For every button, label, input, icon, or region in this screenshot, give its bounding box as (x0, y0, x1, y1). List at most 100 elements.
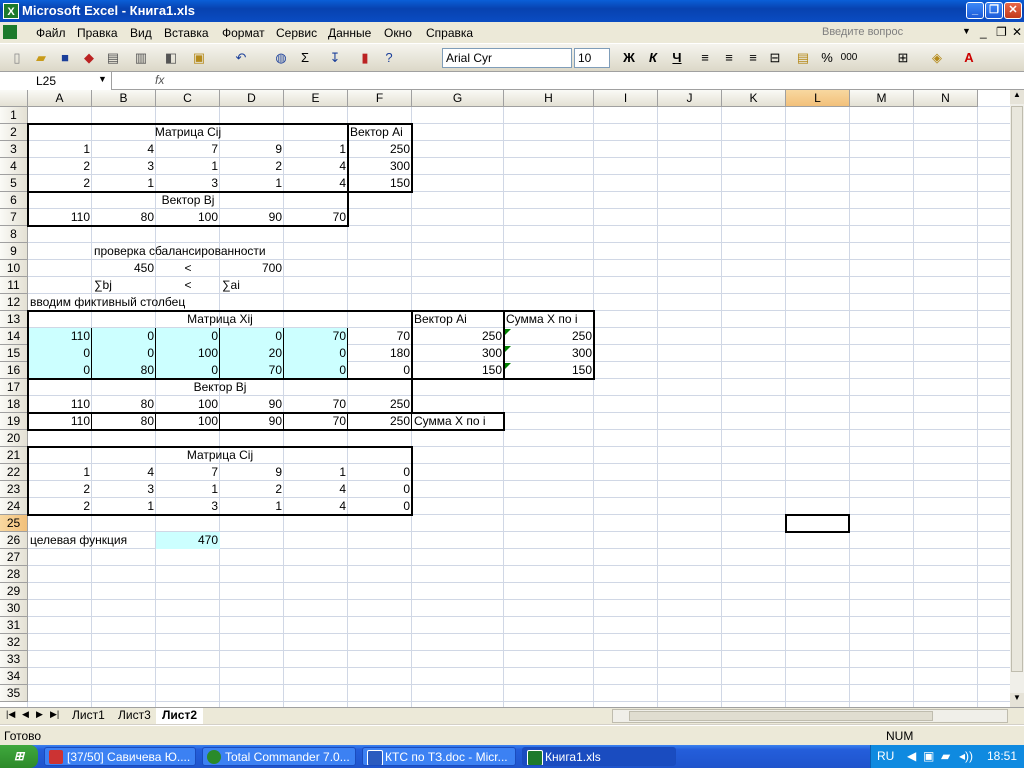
doc-restore-icon[interactable]: ❐ (996, 25, 1007, 39)
sum-x-by-j-label[interactable]: Сумма X по i (412, 413, 504, 430)
bj-cell[interactable]: 80 (92, 396, 156, 413)
row-header-23[interactable]: 23 (0, 481, 28, 498)
menu-window[interactable]: Окно (384, 26, 412, 40)
xij-cell[interactable]: 0 (284, 362, 348, 379)
ask-question-input[interactable]: Введите вопрос (822, 26, 962, 41)
ai-cell[interactable]: 300 (412, 345, 504, 362)
cij-cell[interactable]: 0 (348, 498, 412, 515)
xij-cell[interactable]: 0 (220, 328, 284, 345)
font-name-select[interactable]: Arial Cyr (442, 48, 572, 68)
cij-cell[interactable]: 4 (284, 175, 348, 192)
xij-cell[interactable]: 70 (284, 328, 348, 345)
column-header-a[interactable]: A (28, 90, 92, 107)
error-indicator-icon[interactable] (505, 329, 511, 335)
xij-fictive-cell[interactable]: 0 (348, 362, 412, 379)
xij-cell[interactable]: 0 (28, 362, 92, 379)
paste-icon[interactable]: ▣ (190, 49, 208, 67)
volume-icon[interactable]: ◂)) (959, 749, 973, 763)
cij-cell[interactable]: 1 (156, 158, 220, 175)
xij-cell[interactable]: 0 (28, 345, 92, 362)
underline-button[interactable]: Ч (668, 49, 686, 67)
sum-bj-value[interactable]: 450 (92, 260, 156, 277)
sum-x-j-cell[interactable]: 80 (92, 413, 156, 430)
bj-cell[interactable]: 90 (220, 209, 284, 226)
row-header-5[interactable]: 5 (0, 175, 28, 192)
column-header-f[interactable]: F (348, 90, 412, 107)
h-scroll-thumb[interactable] (629, 711, 933, 721)
language-indicator[interactable]: RU (877, 749, 894, 763)
save-icon[interactable]: ■ (56, 49, 74, 67)
prev-sheet-icon[interactable]: ◀ (22, 709, 29, 720)
xij-cell[interactable]: 0 (156, 328, 220, 345)
vector-bj-title[interactable]: Вектор Bj (28, 192, 348, 209)
flag-icon[interactable]: ▰ (941, 749, 950, 763)
row-header-7[interactable]: 7 (0, 209, 28, 226)
scroll-thumb[interactable] (1011, 106, 1023, 672)
column-header-g[interactable]: G (412, 90, 504, 107)
sum-x-by-i-title[interactable]: Сумма X по i (504, 311, 594, 328)
row-header-20[interactable]: 20 (0, 430, 28, 447)
cij-cell[interactable]: 1 (284, 141, 348, 158)
research-icon[interactable]: ◧ (162, 49, 180, 67)
column-header-n[interactable]: N (914, 90, 978, 107)
bj-cell[interactable]: 70 (284, 209, 348, 226)
font-color-icon[interactable]: A (960, 49, 978, 67)
scroll-down-icon[interactable]: ▼ (1010, 693, 1024, 707)
column-header-m[interactable]: M (850, 90, 914, 107)
cij-cell[interactable]: 4 (92, 141, 156, 158)
horizontal-scrollbar[interactable] (612, 709, 1008, 723)
error-indicator-icon[interactable] (505, 363, 511, 369)
cij-cell[interactable]: 2 (220, 481, 284, 498)
column-header-k[interactable]: K (722, 90, 786, 107)
first-sheet-icon[interactable]: |◀ (6, 709, 15, 720)
row-header-31[interactable]: 31 (0, 617, 28, 634)
fill-color-icon[interactable]: ◈ (928, 49, 946, 67)
xij-cell[interactable]: 20 (220, 345, 284, 362)
task-item-1[interactable]: [37/50] Савичева Ю.... (44, 747, 196, 766)
menu-format[interactable]: Формат (222, 26, 265, 40)
open-icon[interactable]: ▰ (32, 49, 50, 67)
tray-arrow-icon[interactable]: ◀ (907, 749, 916, 763)
cij-cell[interactable]: 3 (156, 175, 220, 192)
row-header-4[interactable]: 4 (0, 158, 28, 175)
bj-cell[interactable]: 250 (348, 396, 412, 413)
menu-data[interactable]: Данные (328, 26, 371, 40)
balance-check-label[interactable]: проверка сбалансированности (92, 243, 284, 260)
objective-value[interactable]: 470 (156, 532, 220, 549)
bj-cell[interactable]: 110 (28, 396, 92, 413)
align-right-icon[interactable]: ≡ (744, 49, 762, 67)
xij-cell[interactable]: 0 (156, 362, 220, 379)
cij-cell[interactable]: 4 (284, 481, 348, 498)
row-header-12[interactable]: 12 (0, 294, 28, 311)
xij-cell[interactable]: 100 (156, 345, 220, 362)
row-header-1[interactable]: 1 (0, 107, 28, 124)
formula-input[interactable] (180, 73, 1000, 89)
chart-wizard-icon[interactable]: ▮ (356, 49, 374, 67)
workbook-icon[interactable] (3, 25, 17, 39)
cij-cell[interactable]: 1 (92, 175, 156, 192)
tab-sheet1[interactable]: Лист1 (66, 708, 111, 724)
cij-cell[interactable]: 3 (156, 498, 220, 515)
menu-edit[interactable]: Правка (77, 26, 118, 40)
task-item-2[interactable]: Total Commander 7.0... (202, 747, 356, 766)
row-header-15[interactable]: 15 (0, 345, 28, 362)
sum-x-i-cell[interactable]: 250 (504, 328, 594, 345)
sum-x-j-cell[interactable]: 100 (156, 413, 220, 430)
italic-button[interactable]: К (644, 49, 662, 67)
cij-cell[interactable]: 2 (28, 158, 92, 175)
vector-bj-title[interactable]: Вектор Bj (28, 379, 412, 396)
new-icon[interactable]: ▯ (8, 49, 26, 67)
sum-bj-label[interactable]: ∑bj (92, 277, 156, 294)
spreadsheet-grid[interactable]: ABCDEFGHIJKLMN 1 2 3 4 5 6 7 8 9 10 11 12 13 14 15 16 17… (0, 90, 1010, 707)
row-header-26[interactable]: 26 (0, 532, 28, 549)
bold-button[interactable]: Ж (620, 49, 638, 67)
tab-sheet2[interactable]: Лист2 (156, 708, 204, 724)
xij-fictive-cell[interactable]: 180 (348, 345, 412, 362)
matrix-cij-title[interactable]: Матрица Cij (28, 447, 412, 464)
column-header-e[interactable]: E (284, 90, 348, 107)
cij-cell[interactable]: 0 (348, 464, 412, 481)
cij-cell[interactable]: 9 (220, 464, 284, 481)
scroll-up-icon[interactable]: ▲ (1010, 90, 1024, 104)
name-box-dropdown-icon[interactable]: ▼ (98, 74, 107, 84)
print-icon[interactable]: ▥ (132, 49, 150, 67)
